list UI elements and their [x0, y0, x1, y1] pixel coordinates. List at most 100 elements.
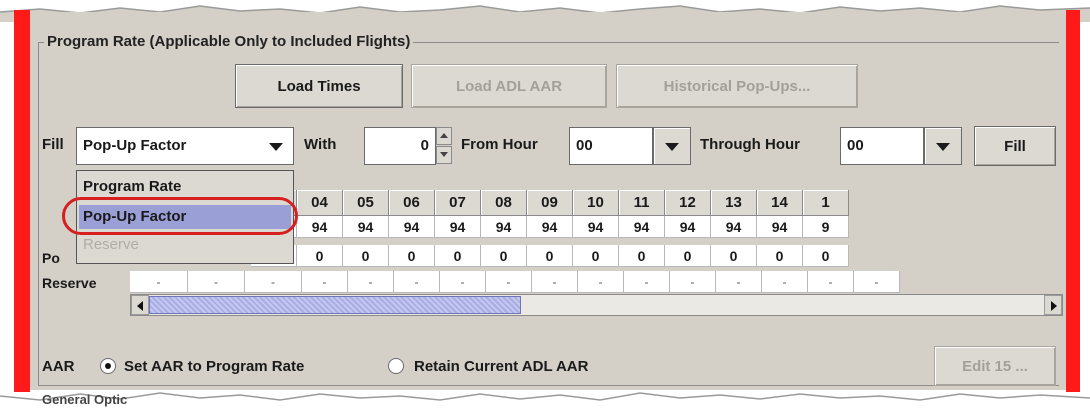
edit-15-button[interactable]: Edit 15 ... — [934, 346, 1056, 386]
table-cell[interactable]: 0 — [619, 245, 665, 267]
hour-header-cell: 06 — [389, 190, 435, 216]
general-options-partial-label: General Optic — [42, 392, 128, 407]
table-cell[interactable]: - — [188, 271, 245, 293]
table-cell[interactable]: - — [302, 271, 348, 293]
scroll-right-button[interactable] — [1044, 295, 1062, 315]
hour-header-row: 0304050607080910111213141 — [251, 190, 849, 216]
torn-edge-bottom — [0, 392, 1090, 415]
radio-label-retain-aar: Retain Current ADL AAR — [414, 358, 589, 375]
table-cell[interactable]: - — [486, 271, 532, 293]
horizontal-scrollbar[interactable] — [130, 294, 1063, 316]
arrow-up-icon — [440, 133, 448, 138]
load-times-button[interactable]: Load Times — [235, 64, 403, 108]
chevron-down-icon — [936, 143, 950, 151]
table-cell[interactable]: - — [130, 271, 188, 293]
hour-header-cell: 07 — [435, 190, 481, 216]
table-cell[interactable]: 94 — [481, 216, 527, 238]
hour-header-cell: 09 — [527, 190, 573, 216]
fill-type-combo[interactable]: Pop-Up Factor — [76, 127, 294, 165]
through-hour-label: Through Hour — [700, 136, 800, 153]
table-cell[interactable]: - — [578, 271, 624, 293]
radio-retain-current-adl-aar[interactable] — [388, 358, 404, 374]
red-frame-right — [1066, 10, 1080, 392]
radio-set-aar-to-program-rate[interactable] — [100, 358, 116, 374]
table-cell[interactable]: - — [624, 271, 670, 293]
from-hour-label: From Hour — [461, 136, 538, 153]
table-cell[interactable]: 0 — [803, 245, 849, 267]
red-frame-left — [14, 10, 30, 392]
table-cell[interactable]: 0 — [573, 245, 619, 267]
table-cell[interactable]: - — [808, 271, 854, 293]
table-cell[interactable]: 0 — [435, 245, 481, 267]
table-cell[interactable]: 94 — [573, 216, 619, 238]
table-cell[interactable]: 0 — [757, 245, 803, 267]
fill-type-value: Pop-Up Factor — [83, 137, 187, 154]
spinner-up-button[interactable] — [436, 127, 452, 145]
reserve-row: ---------------- — [130, 271, 900, 293]
hour-header-cell: 10 — [573, 190, 619, 216]
table-cell[interactable]: - — [670, 271, 716, 293]
group-title: Program Rate (Applicable Only to Include… — [44, 33, 414, 50]
table-cell[interactable]: 94 — [343, 216, 389, 238]
table-cell[interactable]: 94 — [757, 216, 803, 238]
dropdown-option-reserve: Reserve — [83, 236, 139, 253]
through-hour-dropdown-button[interactable] — [924, 127, 962, 165]
screen: Program Rate (Applicable Only to Include… — [0, 0, 1090, 415]
aar-label: AAR — [42, 358, 75, 375]
hour-header-cell: 08 — [481, 190, 527, 216]
table-cell[interactable]: - — [394, 271, 440, 293]
table-cell[interactable]: 0 — [297, 245, 343, 267]
table-cell[interactable]: 94 — [297, 216, 343, 238]
from-hour-field[interactable]: 00 — [569, 127, 653, 165]
table-cell[interactable]: 94 — [527, 216, 573, 238]
row-label-reserve: Reserve — [42, 275, 97, 291]
table-cell[interactable]: - — [532, 271, 578, 293]
hour-header-cell: 05 — [343, 190, 389, 216]
hour-header-cell: 12 — [665, 190, 711, 216]
hour-header-cell: 1 — [803, 190, 849, 216]
table-cell[interactable]: 94 — [619, 216, 665, 238]
table-cell[interactable]: - — [716, 271, 762, 293]
table-cell[interactable]: - — [762, 271, 808, 293]
table-cell[interactable]: - — [440, 271, 486, 293]
spinner-down-button[interactable] — [436, 146, 452, 164]
scroll-left-button[interactable] — [131, 295, 149, 315]
with-spinner-field[interactable]: 0 — [364, 127, 436, 165]
historical-popups-button[interactable]: Historical Pop-Ups... — [616, 64, 858, 108]
chevron-down-icon — [269, 143, 283, 151]
load-adl-aar-button[interactable]: Load ADL AAR — [411, 64, 607, 108]
chevron-down-icon — [665, 143, 679, 151]
hour-header-cell: 14 — [757, 190, 803, 216]
table-cell[interactable]: 0 — [527, 245, 573, 267]
table-cell[interactable]: 94 — [711, 216, 757, 238]
table-cell[interactable]: - — [245, 271, 302, 293]
table-cell[interactable]: 0 — [481, 245, 527, 267]
table-cell[interactable]: 0 — [665, 245, 711, 267]
hour-header-cell: 13 — [711, 190, 757, 216]
hour-header-cell: 11 — [619, 190, 665, 216]
with-label: With — [304, 136, 337, 153]
popup-factor-row: 0000000000000 — [251, 245, 849, 267]
table-cell[interactable]: 9 — [803, 216, 849, 238]
fill-button[interactable]: Fill — [974, 126, 1056, 166]
table-cell[interactable]: 94 — [665, 216, 711, 238]
table-cell[interactable]: 0 — [711, 245, 757, 267]
dropdown-option-program-rate[interactable]: Program Rate — [79, 175, 291, 199]
red-highlight-ring — [62, 197, 298, 235]
hour-header-cell: 04 — [297, 190, 343, 216]
table-cell[interactable]: - — [348, 271, 394, 293]
from-hour-value: 00 — [576, 137, 593, 154]
table-cell[interactable]: 94 — [389, 216, 435, 238]
table-cell[interactable]: 0 — [389, 245, 435, 267]
program-rate-row: 9494949494949494949494949 — [251, 216, 849, 238]
table-cell[interactable]: 0 — [343, 245, 389, 267]
through-hour-value: 00 — [847, 137, 864, 154]
arrow-down-icon — [440, 152, 448, 157]
table-cell[interactable]: 94 — [435, 216, 481, 238]
through-hour-field[interactable]: 00 — [840, 127, 924, 165]
table-cell[interactable]: - — [854, 271, 900, 293]
from-hour-dropdown-button[interactable] — [653, 127, 691, 165]
radio-label-set-aar: Set AAR to Program Rate — [124, 358, 305, 375]
scrollbar-thumb[interactable] — [149, 296, 521, 314]
fill-label: Fill — [42, 136, 64, 153]
